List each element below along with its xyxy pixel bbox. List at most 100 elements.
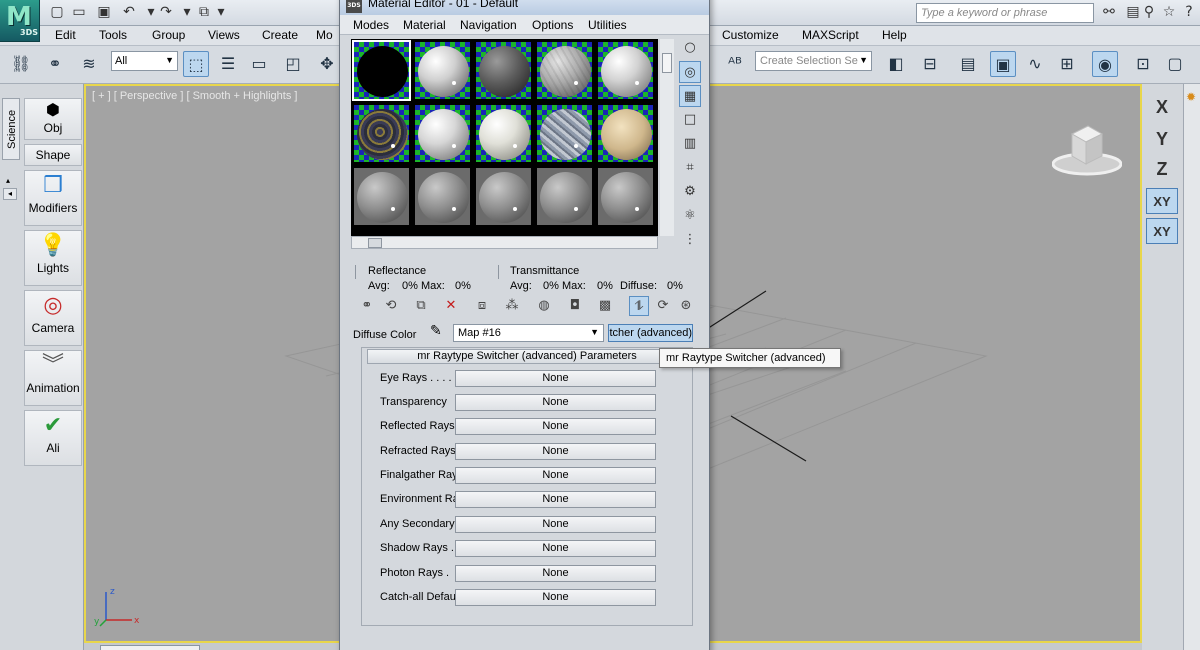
unlink-icon[interactable]: ⚭: [42, 51, 68, 77]
menu-views[interactable]: Views: [208, 28, 240, 42]
hscroll-thumb[interactable]: [368, 238, 382, 248]
named-selection-set-dropdown[interactable]: Create Selection Se ▼: [755, 51, 872, 71]
viewcube[interactable]: [1052, 120, 1122, 180]
cmd-ali-button[interactable]: ✔ Ali: [24, 410, 82, 466]
menu-edit[interactable]: Edit: [55, 28, 76, 42]
render-setup-icon[interactable]: ⊡: [1130, 51, 1156, 77]
favorites-icon[interactable]: ☆: [1160, 3, 1178, 21]
sample-slot[interactable]: [474, 103, 533, 164]
med-menu-modes[interactable]: Modes: [353, 18, 389, 32]
layer-manager-icon[interactable]: ▤: [955, 51, 981, 77]
med-menu-material[interactable]: Material: [403, 18, 446, 32]
sample-slot[interactable]: [413, 166, 472, 227]
sample-slots-hscrollbar[interactable]: [351, 236, 658, 249]
graphite-ribbon-icon[interactable]: ▣: [990, 51, 1016, 77]
map-name-dropdown[interactable]: Map #16 ▼: [453, 324, 604, 342]
go-to-parent-icon[interactable]: ⟳: [653, 296, 673, 316]
align-icon[interactable]: ⊟: [917, 51, 943, 77]
sample-slot[interactable]: [474, 40, 533, 101]
assign-material-icon[interactable]: ⧉: [411, 296, 431, 316]
app-menu-button[interactable]: M 3DS: [0, 0, 40, 42]
cmd-lights-button[interactable]: 💡 Lights: [24, 230, 82, 286]
make-copy-icon[interactable]: ⧈: [472, 296, 492, 316]
video-color-check-icon[interactable]: ▥: [679, 133, 701, 155]
get-material-icon[interactable]: ⚭: [357, 296, 377, 316]
cmd-objects-button[interactable]: ⬢ Obj: [24, 98, 82, 140]
sample-slot[interactable]: [474, 166, 533, 227]
constrain-x-button[interactable]: X: [1146, 94, 1178, 120]
vertical-tab-science[interactable]: Science: [2, 98, 20, 160]
go-forward-sibling-icon[interactable]: ⊛: [676, 296, 696, 316]
rendered-frame-window-icon[interactable]: ▢: [1162, 51, 1188, 77]
mirror-icon[interactable]: ◧: [883, 51, 909, 77]
sun-icon[interactable]: ✹: [1186, 90, 1196, 104]
save-icon[interactable]: ▣: [95, 3, 113, 21]
material-map-navigator-icon[interactable]: ⋮: [679, 229, 701, 251]
med-menu-utilities[interactable]: Utilities: [588, 18, 627, 32]
search-binoculars-icon[interactable]: ⚯: [1100, 3, 1118, 21]
make-unique-icon[interactable]: ⁂: [502, 296, 522, 316]
menu-tools[interactable]: Tools: [99, 28, 127, 42]
param-map-button[interactable]: None: [455, 443, 656, 460]
param-map-button[interactable]: None: [455, 418, 656, 435]
rollout-header[interactable]: mr Raytype Switcher (advanced) Parameter…: [367, 349, 687, 364]
undo-icon[interactable]: ↶: [120, 3, 138, 21]
delete-icon[interactable]: ✕: [441, 296, 461, 316]
sample-slot[interactable]: [596, 166, 655, 227]
sample-slot[interactable]: [413, 103, 472, 164]
menu-help[interactable]: Help: [882, 28, 907, 42]
sample-slot[interactable]: [352, 40, 411, 101]
open-file-icon[interactable]: ▭: [70, 3, 88, 21]
selection-filter-dropdown[interactable]: All ▼: [111, 51, 178, 71]
select-by-name-icon[interactable]: ☰: [215, 51, 241, 77]
put-material-icon[interactable]: ⟲: [381, 296, 401, 316]
sample-slot[interactable]: [535, 166, 594, 227]
communication-icon[interactable]: ⚲: [1140, 3, 1158, 21]
select-by-material-icon[interactable]: ⚛: [679, 205, 701, 227]
constrain-y-button[interactable]: Y: [1146, 126, 1178, 152]
select-object-icon[interactable]: ⬚: [183, 51, 209, 77]
sample-slots-vscrollbar[interactable]: [660, 39, 674, 236]
menu-customize[interactable]: Customize: [722, 28, 779, 42]
make-preview-icon[interactable]: ⌗: [679, 157, 701, 179]
param-map-button[interactable]: None: [455, 394, 656, 411]
cmd-animation-button[interactable]: ︾ Animation: [24, 350, 82, 406]
put-library-icon[interactable]: ◍: [534, 296, 554, 316]
med-menu-options[interactable]: Options: [532, 18, 573, 32]
param-map-button[interactable]: None: [455, 370, 656, 387]
rectangular-selection-icon[interactable]: ▭: [246, 51, 272, 77]
constrain-xy-magnet-button[interactable]: XY: [1146, 218, 1178, 244]
menu-group[interactable]: Group: [152, 28, 185, 42]
cmd-camera-button[interactable]: ◎ Camera: [24, 290, 82, 346]
search-input[interactable]: Type a keyword or phrase: [916, 3, 1094, 23]
time-slider[interactable]: [100, 645, 200, 650]
menu-create[interactable]: Create: [262, 28, 298, 42]
options-icon[interactable]: ⚙: [679, 181, 701, 203]
show-map-icon[interactable]: ▩: [595, 296, 615, 316]
sample-uv-tiling-icon[interactable]: □: [679, 109, 701, 131]
backlight-icon[interactable]: ◎: [679, 61, 701, 83]
constrain-xy-button[interactable]: XY: [1146, 188, 1178, 214]
sample-slot[interactable]: [352, 103, 411, 164]
background-icon[interactable]: ▦: [679, 85, 701, 107]
redo-dropdown-icon[interactable]: ▾: [178, 3, 196, 21]
param-map-button[interactable]: None: [455, 491, 656, 508]
sample-slot[interactable]: [596, 103, 655, 164]
help-icon[interactable]: ?: [1180, 3, 1198, 21]
sample-slot[interactable]: [535, 40, 594, 101]
show-end-result-icon[interactable]: ⥮: [629, 296, 649, 316]
schematic-view-icon[interactable]: ⊞: [1054, 51, 1080, 77]
redo-icon[interactable]: ↷: [157, 3, 175, 21]
link-icon[interactable]: ⛓: [8, 51, 34, 77]
project-folder-icon[interactable]: ⧉: [195, 3, 213, 21]
eyedropper-icon[interactable]: ✎: [430, 323, 442, 339]
tab-collapse-icon[interactable]: ◂: [3, 188, 17, 200]
cmd-modifiers-button[interactable]: ❒ Modifiers: [24, 170, 82, 226]
param-map-button[interactable]: None: [455, 467, 656, 484]
vscroll-thumb[interactable]: [662, 53, 672, 73]
new-file-icon[interactable]: ▢: [48, 3, 66, 21]
bind-space-warp-icon[interactable]: ≋: [76, 51, 102, 77]
project-dropdown-icon[interactable]: ▾: [212, 3, 230, 21]
med-menu-navigation[interactable]: Navigation: [460, 18, 517, 32]
material-editor-icon[interactable]: ◉: [1092, 51, 1118, 77]
